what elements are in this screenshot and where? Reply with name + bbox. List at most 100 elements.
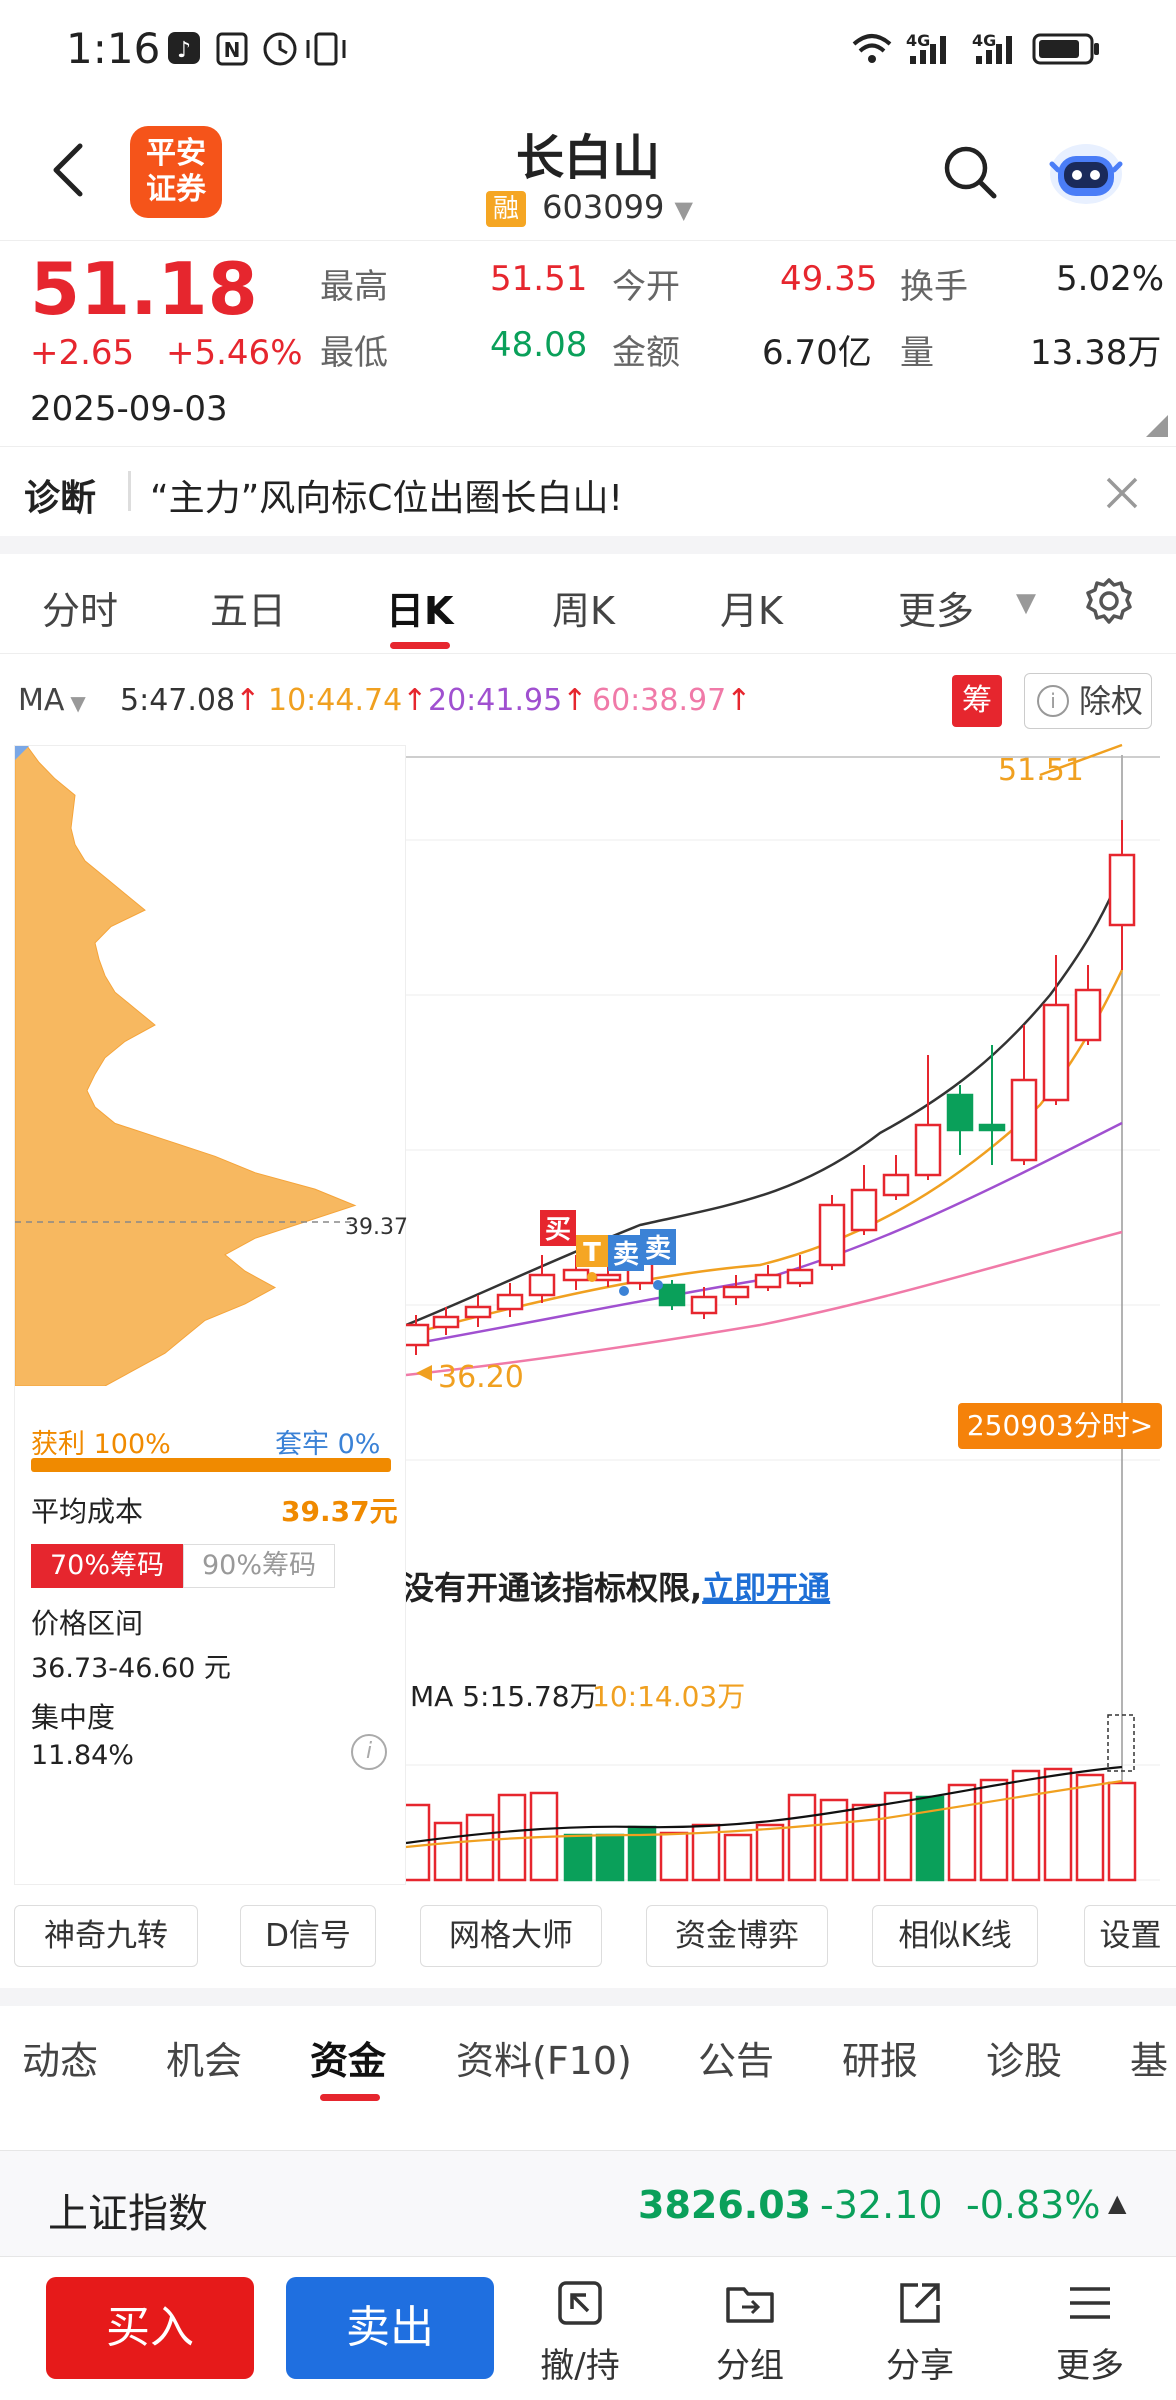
chip-toggle-badge[interactable]: 筹: [952, 675, 1002, 727]
share-button[interactable]: 分享: [860, 2277, 980, 2387]
section-gap: [0, 536, 1176, 554]
quote-date: 2025-09-03: [30, 389, 228, 429]
tab-fund[interactable]: 基: [1130, 2030, 1168, 2085]
vol-ma5-value: MA 5:15.78万: [410, 1680, 598, 1713]
volume-bar: [1011, 1769, 1041, 1882]
signal-t: T: [583, 1238, 601, 1268]
open-value: 49.35: [780, 259, 878, 299]
search-icon[interactable]: [940, 142, 1000, 202]
tab-opportunity[interactable]: 机会: [166, 2030, 242, 2085]
withdraw-hold-button[interactable]: 撤/持: [520, 2277, 640, 2387]
tool-settings[interactable]: 设置: [1084, 1905, 1176, 1967]
volume-bar: [563, 1833, 593, 1882]
volume-bar: [433, 1821, 463, 1882]
tab-weekly-k[interactable]: 周K: [552, 580, 615, 635]
turnover-label: 换手: [900, 267, 968, 307]
candle-body: [562, 1268, 590, 1282]
candle-body: [1074, 988, 1102, 1042]
volume-bar: [595, 1833, 625, 1882]
sell-button[interactable]: 卖出: [286, 2277, 494, 2379]
candle-body: [786, 1268, 814, 1285]
intraday-button[interactable]: 250903分时>: [958, 1403, 1162, 1449]
ma60-value: 60:38.97↑: [592, 683, 752, 718]
profit-ratio: 获利 100%: [31, 1429, 171, 1460]
index-value: 3826.03: [638, 2183, 812, 2227]
diagnose-text: “主力”风向标C位出圈长白山!: [150, 478, 623, 519]
tab-announcement[interactable]: 公告: [698, 2030, 774, 2085]
tool-fund-game[interactable]: 资金博弈: [646, 1905, 828, 1967]
signal-buy: 买: [545, 1215, 571, 1245]
amount-value: 6.70亿: [762, 333, 872, 373]
volume-bar: [787, 1793, 817, 1882]
tool-similar-k[interactable]: 相似K线: [872, 1905, 1038, 1967]
volume-bar: [755, 1823, 785, 1882]
ma-label[interactable]: MA ▼: [18, 683, 86, 718]
tab-more[interactable]: 更多: [898, 580, 974, 635]
tab-chip-70[interactable]: 70%筹码: [31, 1544, 183, 1588]
ma-caret-icon: ▼: [70, 691, 86, 715]
trade-toolbar: 买入 卖出 撤/持 分组 分享 更多: [0, 2256, 1176, 2400]
candle-body: [850, 1188, 878, 1232]
signal-sell-2: 卖: [645, 1234, 671, 1264]
volume-label: 量: [900, 333, 934, 373]
stock-code-selector[interactable]: 融 603099 ▼: [486, 188, 693, 228]
chip-histogram: 39.37: [15, 746, 407, 1386]
tab-five-day[interactable]: 五日: [210, 580, 286, 635]
diagnose-banner[interactable]: 诊断 “主力”风向标C位出圈长白山!: [0, 446, 1176, 536]
tool-d-signal[interactable]: D信号: [240, 1905, 376, 1967]
expand-up-icon[interactable]: ▲: [1108, 2189, 1126, 2217]
adjust-rights-button[interactable]: i 除权: [1024, 673, 1152, 729]
volume-bar: [723, 1833, 753, 1882]
expand-corner-icon[interactable]: [1146, 415, 1168, 437]
tab-dynamics[interactable]: 动态: [22, 2030, 98, 2085]
candle-body: [882, 1173, 910, 1197]
close-icon[interactable]: [1104, 475, 1140, 511]
stock-header: 平安 证券 长白山 融 603099 ▼: [0, 100, 1176, 240]
robot-assistant-icon[interactable]: [1046, 134, 1126, 210]
candle-body: [978, 1123, 1006, 1132]
svg-text:4G: 4G: [906, 31, 930, 50]
margin-badge: 融: [486, 191, 526, 227]
folder-icon: [726, 2287, 774, 2323]
index-change-pct: -0.83%: [966, 2183, 1101, 2227]
period-tabs: 分时 五日 日K 周K 月K 更多 ▼: [0, 554, 1176, 654]
price-range-value: 36.73-46.60 元: [31, 1653, 231, 1684]
tab-monthly-k[interactable]: 月K: [720, 580, 783, 635]
open-permission-link[interactable]: 立即开通: [702, 1569, 830, 1607]
volume-bars: [401, 1767, 1137, 1882]
tab-fenshi[interactable]: 分时: [42, 580, 118, 635]
candle-body: [528, 1273, 556, 1297]
group-button[interactable]: 分组: [690, 2277, 810, 2387]
low-label: 最低: [320, 333, 388, 373]
share-icon: [900, 2283, 940, 2323]
tab-diagnosis[interactable]: 诊股: [986, 2030, 1062, 2085]
candle-body: [1108, 853, 1136, 927]
volume-value: 13.38万: [1030, 333, 1162, 373]
high-label: 最高: [320, 267, 388, 307]
tab-f10[interactable]: 资料(F10): [456, 2030, 632, 2085]
tool-magic-nine[interactable]: 神奇九转: [14, 1905, 198, 1967]
more-button[interactable]: 更多: [1030, 2277, 1150, 2387]
tab-daily-k[interactable]: 日K: [386, 580, 453, 635]
tab-capital[interactable]: 资金: [310, 2030, 386, 2085]
candle-body: [914, 1123, 942, 1177]
info-icon[interactable]: i: [351, 1734, 387, 1770]
volume-bar: [1075, 1773, 1105, 1882]
volume-bar: [883, 1791, 913, 1882]
index-ticker-bar[interactable]: 上证指数 3826.03 -32.10 -0.83% ▲: [0, 2150, 1176, 2256]
tab-research[interactable]: 研报: [842, 2030, 918, 2085]
turnover-value: 5.02%: [1056, 259, 1165, 299]
open-label: 今开: [612, 267, 680, 307]
high-value: 51.51: [490, 259, 588, 299]
candle-body: [432, 1315, 460, 1329]
volume-bar: [1107, 1781, 1137, 1882]
buy-button[interactable]: 买入: [46, 2277, 254, 2379]
caret-down-icon: ▼: [674, 196, 693, 224]
tab-chip-90[interactable]: 90%筹码: [183, 1544, 335, 1588]
amount-label: 金额: [612, 333, 680, 373]
stock-code: 603099: [542, 188, 665, 226]
settings-gear-icon[interactable]: [1084, 576, 1134, 626]
tool-grid-master[interactable]: 网格大师: [420, 1905, 602, 1967]
section-gap: [0, 1988, 1176, 2006]
avg-cost-label: 平均成本: [31, 1495, 144, 1528]
